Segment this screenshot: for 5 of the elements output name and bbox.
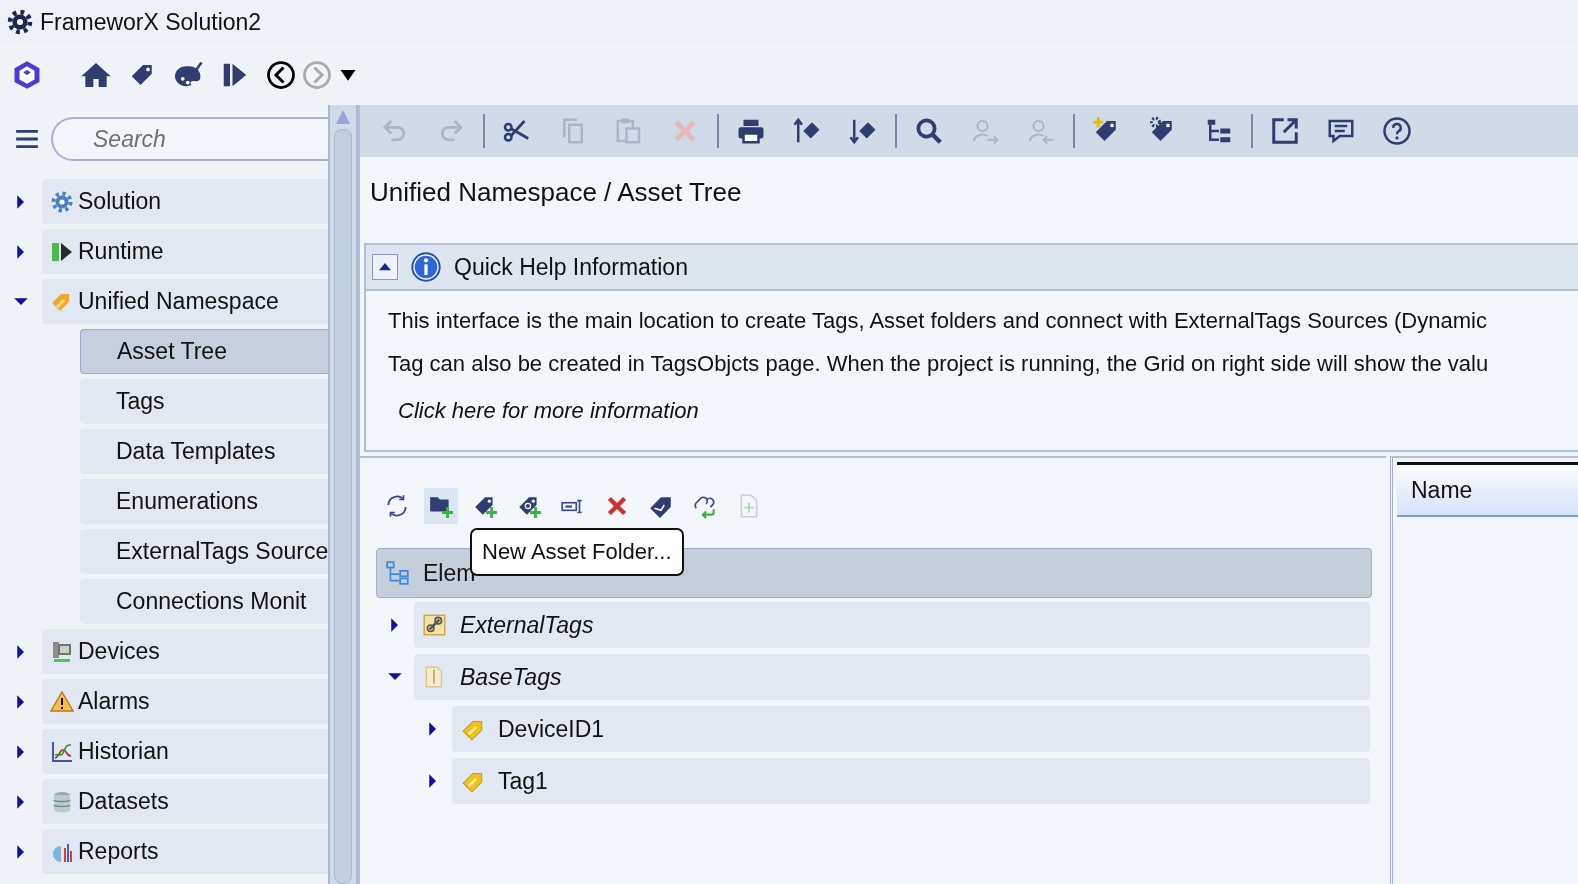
panel-title: Quick Help Information (454, 253, 688, 281)
help-text: Tag can also be created in TagsObjcts page. When the project is running, the Grid on right side will show the valu (388, 351, 1490, 377)
window-title: FrameworX Solution2 (40, 8, 262, 36)
help-text: This interface is the main location to create Tags, Asset folders and connect with ExternalTags Sources (Dynamic (388, 308, 1488, 334)
page-title: Unified Namespace / Asset Tree (369, 176, 743, 209)
